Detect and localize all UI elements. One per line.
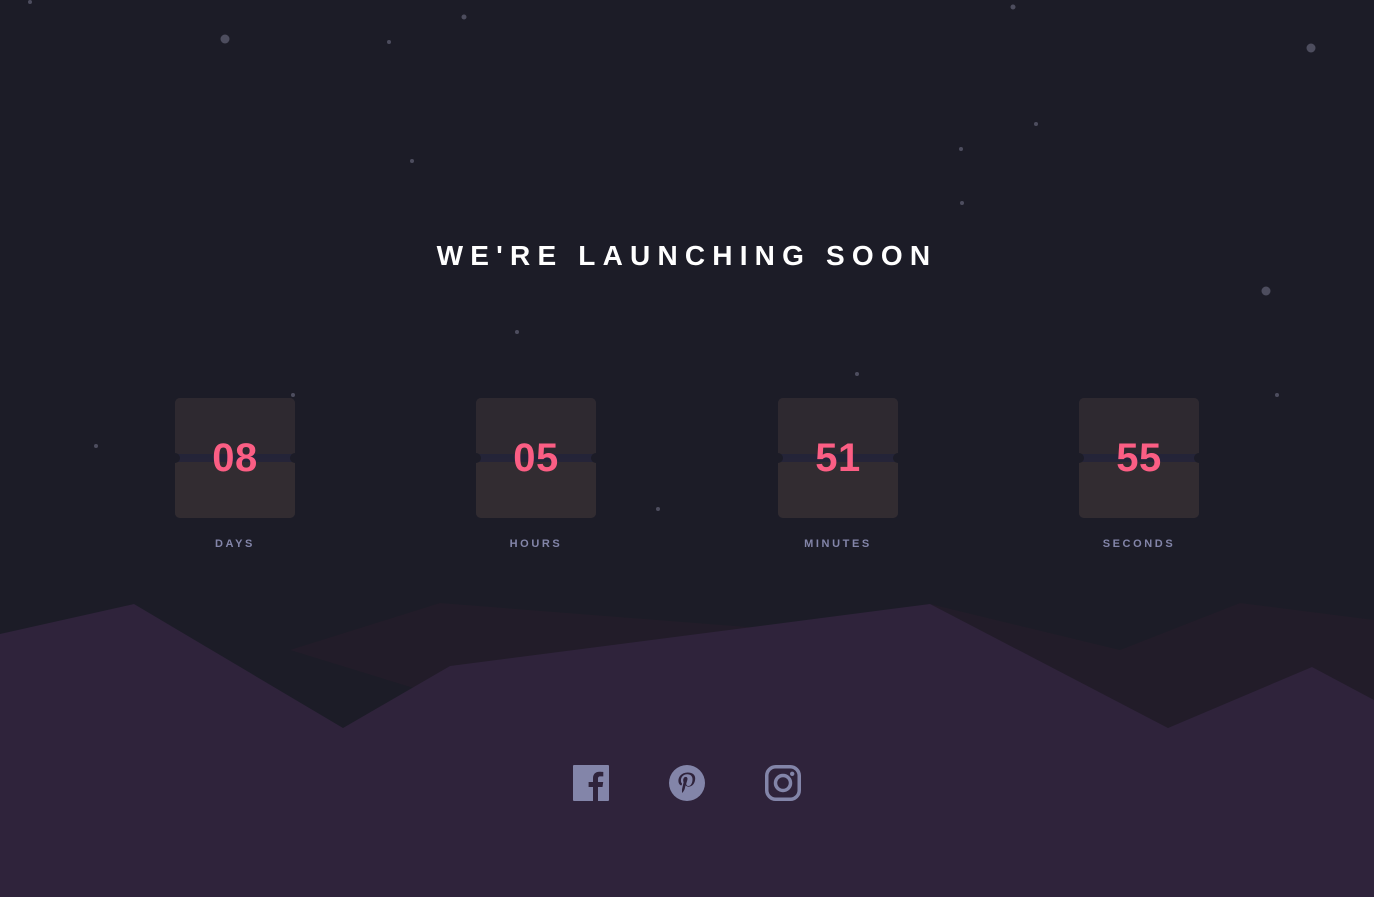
instagram-icon[interactable] [765, 765, 801, 801]
facebook-icon[interactable] [573, 765, 609, 801]
pinterest-icon[interactable] [669, 765, 705, 801]
hills-background [0, 603, 1374, 897]
launch-page: WE'RE LAUNCHING SOON 08 DAYS 05 HOURS 51… [0, 0, 1374, 897]
